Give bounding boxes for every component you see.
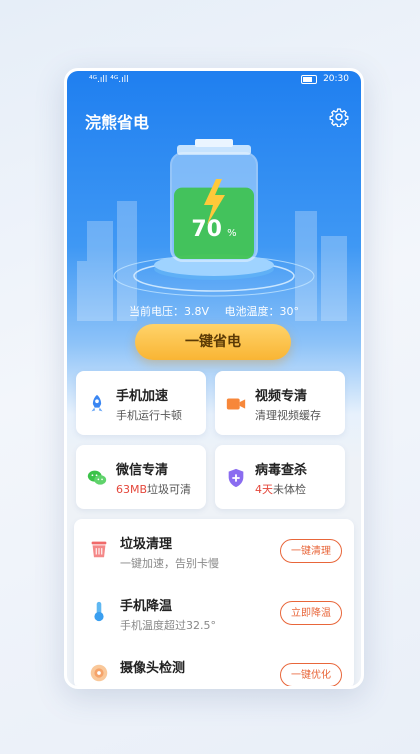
thermometer-icon xyxy=(94,601,104,622)
card-virus-scan[interactable]: 病毒查杀 4天未体检 xyxy=(215,445,345,509)
card-subtitle: 手机运行卡顿 xyxy=(116,409,182,422)
list-item-title: 垃圾清理 xyxy=(120,537,173,552)
battery-mini-icon xyxy=(301,74,318,84)
card-wechat-clean[interactable]: 微信专清 63MB垃圾可清 xyxy=(76,445,206,509)
list-item-camera-check[interactable]: 摄像头检测 一键优化 xyxy=(74,647,354,686)
rocket-icon xyxy=(91,394,103,412)
signal-indicators: ⁴ᴳ.ıll ⁴ᴳ.ıll xyxy=(89,75,129,85)
list-item-junk-clean[interactable]: 垃圾清理 一键加速，告别卡慢 一键清理 xyxy=(74,523,354,579)
battery-percent: 70 xyxy=(191,217,222,242)
camera-icon xyxy=(90,664,108,682)
card-video-clean[interactable]: 视频专清 清理视频缓存 xyxy=(215,371,345,435)
voltage-label: 当前电压：3.8V xyxy=(128,305,210,318)
list-item-cool-down[interactable]: 手机降温 手机温度超过32.5° 立即降温 xyxy=(74,585,354,641)
cool-down-button[interactable]: 立即降温 xyxy=(280,601,342,625)
days-since-check: 4天 xyxy=(255,483,273,496)
status-bar: ⁴ᴳ.ıll ⁴ᴳ.ıll 20:30 xyxy=(67,71,361,89)
list-item-subtitle: 手机温度超过32.5° xyxy=(120,619,216,632)
card-title: 手机加速 xyxy=(116,389,169,404)
junk-clean-button[interactable]: 一键清理 xyxy=(280,539,342,563)
phone-screen: ⁴ᴳ.ıll ⁴ᴳ.ıll 20:30 浣熊省电 70 % 当前电压：3.8V … xyxy=(64,68,364,689)
tools-list: 垃圾清理 一键加速，告别卡慢 一键清理 手机降温 手机温度超过32.5° 立即降… xyxy=(74,519,354,686)
clock: 20:30 xyxy=(323,74,349,84)
shield-plus-icon xyxy=(228,468,244,488)
list-item-title: 摄像头检测 xyxy=(120,661,186,676)
gear-icon[interactable] xyxy=(329,107,349,127)
card-subtitle: 63MB垃圾可清 xyxy=(116,483,192,496)
temperature-label: 电池温度：30° xyxy=(224,305,300,318)
trash-bin-icon xyxy=(91,541,107,558)
list-item-title: 手机降温 xyxy=(120,599,173,614)
card-subtitle: 清理视频缓存 xyxy=(255,409,321,422)
card-subtitle: 4天未体检 xyxy=(255,483,306,496)
list-item-subtitle: 一键加速，告别卡慢 xyxy=(120,557,219,570)
battery-percent-unit: % xyxy=(227,228,237,239)
card-phone-speedup[interactable]: 手机加速 手机运行卡顿 xyxy=(76,371,206,435)
app-title: 浣熊省电 xyxy=(85,113,150,132)
card-title: 病毒查杀 xyxy=(255,463,308,478)
video-camera-icon xyxy=(226,398,246,410)
optimize-button[interactable]: 一键优化 xyxy=(280,663,342,686)
card-title: 微信专清 xyxy=(116,463,169,478)
one-key-save-power-button[interactable]: 一键省电 xyxy=(135,324,291,360)
junk-size: 63MB xyxy=(116,483,148,496)
battery-stats: 当前电压：3.8V 电池温度：30° xyxy=(67,303,361,319)
card-title: 视频专清 xyxy=(255,389,308,404)
wechat-icon xyxy=(87,470,107,485)
